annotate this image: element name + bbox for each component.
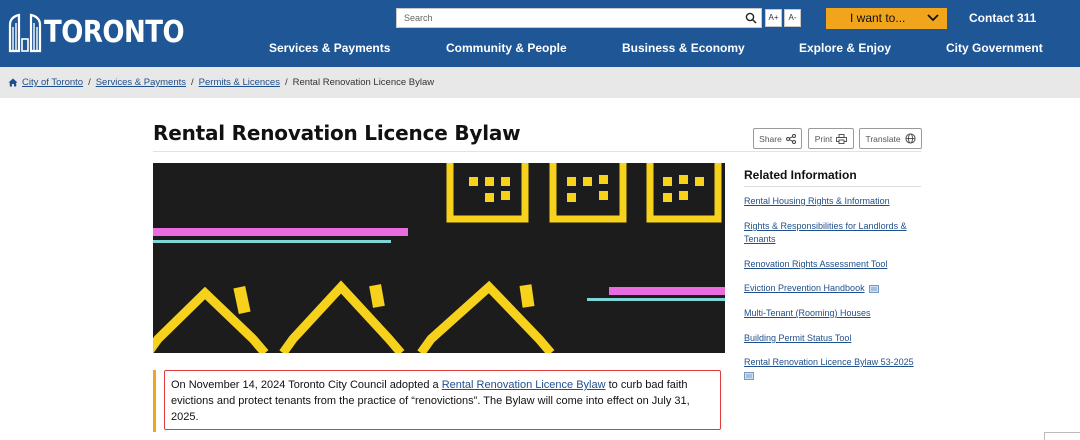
hero-illustration	[153, 163, 725, 353]
sidebar-item-bylaw-53-2025: Rental Renovation Licence Bylaw 53-2025	[744, 356, 924, 382]
sidebar-link-rights-responsibilities[interactable]: Rights & Responsibilities for Landlords …	[744, 220, 924, 246]
logo-wordmark: TORONTO	[44, 15, 185, 51]
share-button[interactable]: Share	[753, 128, 802, 149]
nav-services-payments[interactable]: Services & Payments	[269, 41, 390, 55]
translate-button[interactable]: Translate	[859, 128, 922, 149]
print-button[interactable]: Print	[808, 128, 854, 149]
nav-city-government[interactable]: City Government	[946, 41, 1043, 55]
page-title: Rental Renovation Licence Bylaw	[153, 121, 521, 145]
breadcrumb-permits-licences[interactable]: Permits & Licences	[199, 77, 280, 88]
related-information-heading: Related Information	[744, 168, 857, 182]
breadcrumb-current: Rental Renovation Licence Bylaw	[292, 77, 435, 88]
sidebar-link-renovation-rights-tool[interactable]: Renovation Rights Assessment Tool	[744, 258, 924, 271]
breadcrumb-separator: /	[88, 77, 91, 88]
site-header: TORONTO A+ A- I want to... Contact 311 S…	[0, 0, 1080, 67]
sidebar-link-building-permit-tool[interactable]: Building Permit Status Tool	[744, 332, 924, 345]
title-divider	[153, 151, 921, 152]
search-icon[interactable]	[745, 12, 757, 24]
document-icon	[869, 285, 879, 293]
i-want-to-dropdown[interactable]: I want to...	[826, 8, 947, 29]
search-input[interactable]	[397, 9, 737, 27]
sidebar-link-eviction-handbook[interactable]: Eviction Prevention Handbook	[744, 283, 865, 293]
notice-text-before: On November 14, 2024 Toronto City Counci…	[171, 379, 442, 391]
breadcrumb-city-of-toronto[interactable]: City of Toronto	[22, 77, 83, 88]
sidebar-item-eviction-handbook: Eviction Prevention Handbook	[744, 282, 924, 295]
nav-explore-enjoy[interactable]: Explore & Enjoy	[799, 41, 891, 55]
font-decrease-button[interactable]: A-	[784, 9, 801, 27]
breadcrumb-separator: /	[284, 77, 288, 88]
toronto-logo[interactable]: TORONTO	[8, 13, 185, 53]
nav-business-economy[interactable]: Business & Economy	[622, 41, 745, 55]
home-icon[interactable]	[8, 78, 18, 87]
search-box	[396, 8, 762, 28]
font-increase-button[interactable]: A+	[765, 9, 782, 27]
share-icon	[785, 133, 796, 144]
i-want-to-label: I want to...	[850, 11, 906, 25]
feedback-tab[interactable]	[1044, 432, 1080, 440]
city-hall-logo-icon	[8, 13, 42, 53]
share-label: Share	[759, 133, 782, 144]
breadcrumb-bar: City of Toronto / Services & Payments / …	[0, 67, 1080, 98]
breadcrumb: City of Toronto / Services & Payments / …	[8, 77, 434, 88]
notice-callout: On November 14, 2024 Toronto City Counci…	[153, 370, 725, 432]
breadcrumb-separator: /	[191, 77, 194, 88]
chevron-down-icon	[927, 14, 939, 22]
houses-buildings-illustration	[153, 163, 725, 353]
sidebar-divider	[744, 186, 921, 187]
notice-bylaw-link[interactable]: Rental Renovation Licence Bylaw	[442, 379, 606, 391]
document-icon	[744, 372, 754, 380]
nav-community-people[interactable]: Community & People	[446, 41, 567, 55]
sidebar-link-bylaw-53-2025[interactable]: Rental Renovation Licence Bylaw 53-2025	[744, 357, 914, 367]
print-label: Print	[814, 133, 833, 144]
breadcrumb-services-payments[interactable]: Services & Payments	[96, 77, 186, 88]
translate-label: Translate	[865, 133, 901, 144]
notice-text: On November 14, 2024 Toronto City Counci…	[164, 370, 721, 430]
contact-311-link[interactable]: Contact 311	[969, 11, 1036, 25]
sidebar-link-multi-tenant-houses[interactable]: Multi-Tenant (Rooming) Houses	[744, 307, 924, 320]
sidebar-link-rental-housing-rights[interactable]: Rental Housing Rights & Information	[744, 195, 924, 208]
print-icon	[836, 133, 848, 144]
globe-icon	[905, 133, 916, 144]
